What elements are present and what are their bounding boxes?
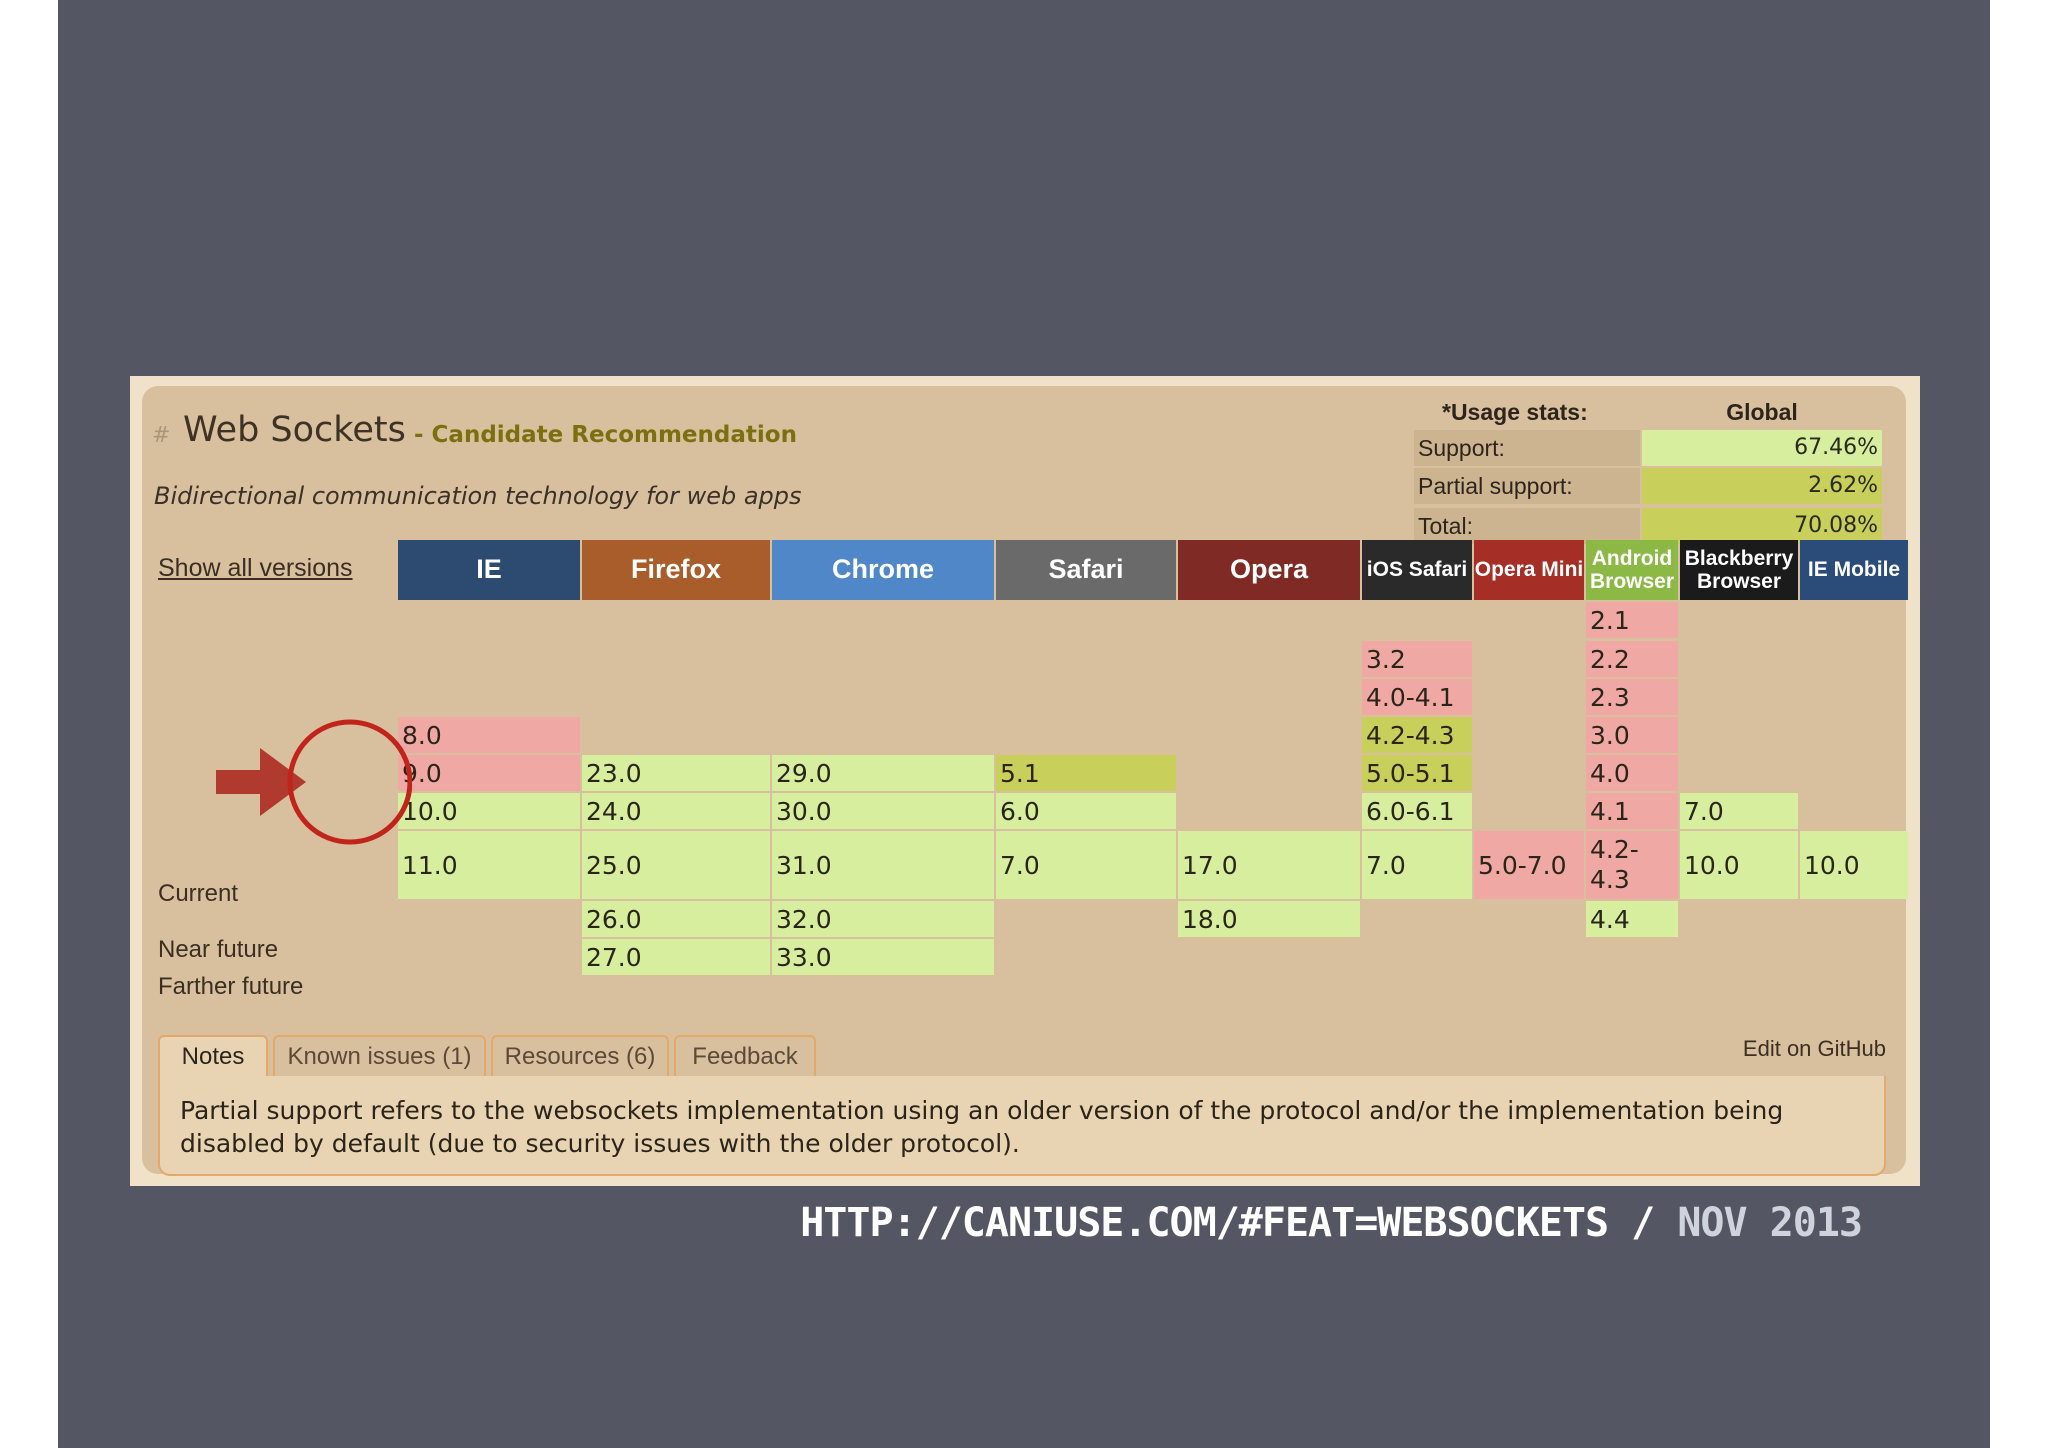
row-label-farther-future: Farther future <box>158 973 304 1000</box>
show-all-versions-link[interactable]: Show all versions <box>158 554 353 583</box>
browser-header-ie-mobile: IE Mobile <box>1800 540 1908 600</box>
version-cell-chrome[interactable]: 32.0 <box>772 901 994 937</box>
source-url: HTTP://CANIUSE.COM/#FEAT=WEBSOCKETS <box>800 1200 1609 1246</box>
usage-value: 70.08% <box>1642 508 1882 544</box>
version-cell-ios-safari[interactable]: 4.2-4.3 <box>1362 717 1472 753</box>
version-cell-chrome[interactable]: 29.0 <box>772 755 994 791</box>
caption-separator: / <box>1608 1200 1678 1246</box>
browser-header-android: Android Browser <box>1586 540 1678 600</box>
version-cell-ie[interactable]: 8.0 <box>398 717 580 753</box>
version-cell-firefox[interactable]: 23.0 <box>582 755 770 791</box>
feature-status: - Candidate Recommendation <box>414 422 797 448</box>
annotation-overlay <box>216 719 412 845</box>
usage-row-support: Support: 67.46% <box>1414 430 1882 466</box>
version-cell-ios-safari[interactable]: 5.0-5.1 <box>1362 755 1472 791</box>
usage-stats-label[interactable]: *Usage stats: <box>1442 396 1588 428</box>
version-cell-firefox[interactable]: 26.0 <box>582 901 770 937</box>
usage-label: Total: <box>1414 508 1640 544</box>
browser-header-blackberry: Blackberry Browser <box>1680 540 1798 600</box>
version-cell-android[interactable]: 4.2-​4.3 <box>1586 831 1678 899</box>
version-cell-chrome[interactable]: 33.0 <box>772 939 994 975</box>
version-cell-android[interactable]: 2.2 <box>1586 641 1678 677</box>
version-cell-opera-mini[interactable]: 5.0-7.0 <box>1474 831 1584 899</box>
version-cell-chrome[interactable]: 31.0 <box>772 831 994 899</box>
version-cell-safari[interactable]: 5.1 <box>996 755 1176 791</box>
browser-header-opera: Opera <box>1178 540 1360 600</box>
tab-known-issues[interactable]: Known issues (1) <box>273 1035 486 1077</box>
version-cell-ie-mobile[interactable]: 10.0 <box>1800 831 1908 899</box>
version-cell-ios-safari[interactable]: 4.0-4.1 <box>1362 679 1472 715</box>
version-cell-ios-safari[interactable]: 7.0 <box>1362 831 1472 899</box>
browser-header-ie: IE <box>398 540 580 600</box>
slide-background: # Web Sockets - Candidate Recommendation… <box>58 0 1990 1448</box>
version-cell-ie[interactable]: 10.0 <box>398 793 580 829</box>
version-cell-safari[interactable]: 7.0 <box>996 831 1176 899</box>
usage-value: 2.62% <box>1642 468 1882 504</box>
highlight-circle-icon <box>287 719 412 845</box>
usage-scope: Global <box>1726 399 1798 425</box>
version-cell-firefox[interactable]: 27.0 <box>582 939 770 975</box>
version-cell-blackberry[interactable]: 7.0 <box>1680 793 1798 829</box>
version-cell-ios-safari[interactable]: 6.0-6.1 <box>1362 793 1472 829</box>
usage-label: Support: <box>1414 430 1640 466</box>
feature-description: Bidirectional communication technology f… <box>154 482 802 510</box>
version-cell-firefox[interactable]: 25.0 <box>582 831 770 899</box>
usage-stats-header: *Usage stats: Global <box>1414 396 1882 428</box>
version-cell-android[interactable]: 2.1 <box>1586 602 1678 638</box>
usage-row-partial: Partial support: 2.62% <box>1414 468 1882 504</box>
browser-header-firefox: Firefox <box>582 540 770 600</box>
tab-resources[interactable]: Resources (6) <box>491 1035 669 1077</box>
browser-header-chrome: Chrome <box>772 540 994 600</box>
edit-on-github-link[interactable]: Edit on GitHub <box>1743 1036 1886 1062</box>
version-cell-ie[interactable]: 9.0 <box>398 755 580 791</box>
version-cell-android[interactable]: 2.3 <box>1586 679 1678 715</box>
usage-row-total: Total: 70.08% <box>1414 508 1882 544</box>
tab-feedback[interactable]: Feedback <box>674 1035 816 1077</box>
version-cell-android[interactable]: 3.0 <box>1586 717 1678 753</box>
version-cell-ios-safari[interactable]: 3.2 <box>1362 641 1472 677</box>
source-caption: HTTP://CANIUSE.COM/#FEAT=WEBSOCKETS / NO… <box>800 1200 1863 1246</box>
caption-date: NOV 2013 <box>1677 1200 1863 1246</box>
version-cell-chrome[interactable]: 30.0 <box>772 793 994 829</box>
version-cell-blackberry[interactable]: 10.0 <box>1680 831 1798 899</box>
usage-label: Partial support: <box>1414 468 1640 504</box>
version-cell-android[interactable]: 4.1 <box>1586 793 1678 829</box>
browser-header-safari: Safari <box>996 540 1176 600</box>
version-cell-android[interactable]: 4.4 <box>1586 901 1678 937</box>
tab-notes[interactable]: Notes <box>158 1035 268 1077</box>
version-cell-ie[interactable]: 11.0 <box>398 831 580 899</box>
browser-header-opera-mini: Opera Mini <box>1474 540 1584 600</box>
row-label-current: Current <box>158 880 239 907</box>
version-cell-safari[interactable]: 6.0 <box>996 793 1176 829</box>
version-cell-android[interactable]: 4.0 <box>1586 755 1678 791</box>
anchor-hash-link[interactable]: # <box>152 423 170 448</box>
version-cell-firefox[interactable]: 24.0 <box>582 793 770 829</box>
notes-content: Partial support refers to the websockets… <box>158 1076 1886 1176</box>
browser-header-ios-safari: iOS Safari <box>1362 540 1472 600</box>
feature-title: Web Sockets <box>183 410 406 450</box>
usage-value: 67.46% <box>1642 430 1882 466</box>
version-cell-opera[interactable]: 18.0 <box>1178 901 1360 937</box>
row-label-near-future: Near future <box>158 936 279 963</box>
screenshot-frame: # Web Sockets - Candidate Recommendation… <box>130 376 1920 1186</box>
caniuse-feature-panel: # Web Sockets - Candidate Recommendation… <box>142 386 1908 1176</box>
version-cell-opera[interactable]: 17.0 <box>1178 831 1360 899</box>
